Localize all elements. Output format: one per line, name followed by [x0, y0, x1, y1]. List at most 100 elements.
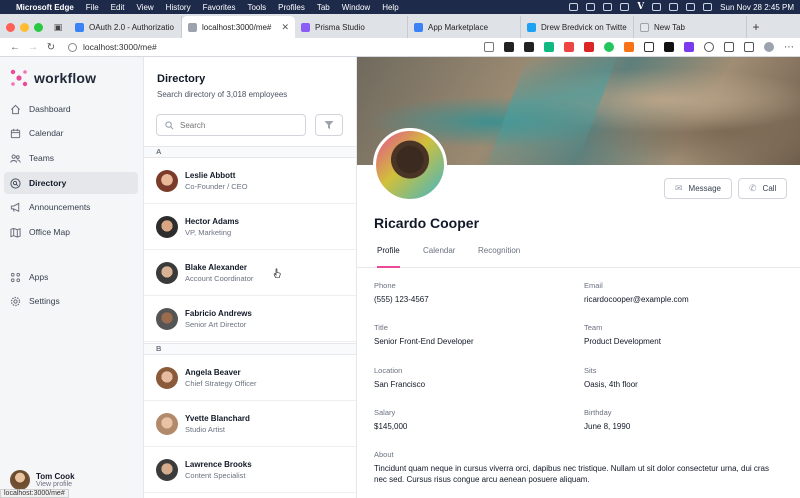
workflow-logo-icon	[10, 69, 28, 87]
zoom-window-button[interactable]	[34, 22, 43, 32]
close-window-button[interactable]	[6, 22, 15, 32]
extension-icon[interactable]	[664, 42, 674, 52]
extension-icon[interactable]	[564, 42, 574, 52]
menu-file[interactable]: File	[86, 3, 99, 12]
list-item[interactable]: Hector Adams VP, Marketing	[144, 205, 356, 250]
extension-icon[interactable]	[524, 42, 534, 52]
field-label: Sits	[584, 366, 597, 375]
avatar	[156, 308, 178, 330]
menu-tab[interactable]: Tab	[317, 3, 330, 12]
extension-icon[interactable]	[604, 42, 614, 52]
sidebar-item-directory[interactable]: Directory	[4, 172, 138, 194]
browser-tab[interactable]: OAuth 2.0 - Authorizatio	[69, 16, 182, 38]
menu-view[interactable]: View	[136, 3, 153, 12]
list-item[interactable]: Angela Beaver Chief Strategy Officer	[144, 356, 356, 401]
extension-icon[interactable]	[704, 42, 714, 52]
avatar	[156, 216, 178, 238]
list-item[interactable]: Lawrence Brooks Content Specialist	[144, 448, 356, 493]
control-center-icon[interactable]	[703, 3, 713, 11]
back-icon[interactable]: ←	[6, 42, 24, 53]
metamask-icon[interactable]	[624, 42, 634, 52]
person-role: Account Coordinator	[185, 274, 254, 283]
address-bar[interactable]: localhost:3000/me#	[68, 40, 378, 55]
field-birthday: Birthday June 8, 1990	[584, 408, 784, 432]
message-button[interactable]: ✉ Message	[664, 178, 733, 199]
sidebar-item-apps[interactable]: Apps	[4, 266, 138, 288]
extension-icon[interactable]	[504, 42, 514, 52]
person-name: Fabricio Andrews	[185, 309, 252, 318]
new-tab-button[interactable]: +	[747, 16, 765, 38]
sidebar-item-calendar[interactable]: Calendar	[4, 122, 138, 144]
field-label: Email	[584, 281, 603, 290]
menu-edit[interactable]: Edit	[111, 3, 125, 12]
sidebar-item-dashboard[interactable]: Dashboard	[4, 98, 138, 120]
favorites-icon[interactable]	[724, 42, 734, 52]
extension-icon[interactable]	[544, 42, 554, 52]
directory-section-letter: B	[144, 343, 356, 355]
filter-button[interactable]	[315, 114, 343, 136]
field-label: Location	[374, 366, 403, 375]
browser-tab[interactable]: New Tab	[634, 16, 747, 38]
extension-icon[interactable]	[584, 42, 594, 52]
browser-tab[interactable]: Drew Bredvick on Twitte	[521, 16, 634, 38]
tab-calendar[interactable]: Calendar	[423, 246, 455, 268]
battery-icon[interactable]	[669, 3, 679, 11]
person-role: Co-Founder / CEO	[185, 182, 248, 191]
menu-help[interactable]: Help	[382, 3, 398, 12]
search-box[interactable]	[156, 114, 306, 136]
tray-app-icon[interactable]	[652, 3, 662, 11]
site-info-icon[interactable]	[68, 42, 77, 52]
tray-app-icon[interactable]	[586, 3, 596, 11]
sidebar-item-label: Teams	[29, 153, 55, 163]
close-tab-icon[interactable]: ✕	[281, 22, 289, 33]
browser-tab[interactable]: App Marketplace	[408, 16, 521, 38]
app-logo[interactable]: workflow	[10, 69, 96, 87]
sidebar-item-teams[interactable]: Teams	[4, 147, 138, 169]
profile-avatar-icon[interactable]	[764, 42, 774, 52]
extension-icon[interactable]	[644, 42, 654, 52]
menu-favorites[interactable]: Favorites	[203, 3, 236, 12]
reload-icon[interactable]: ↻	[42, 42, 60, 53]
browser-tab-active[interactable]: localhost:3000/me# ✕	[182, 16, 295, 38]
tab-label: New Tab	[654, 22, 685, 32]
field-sits: Sits Oasis, 4th floor	[584, 366, 784, 390]
minimize-window-button[interactable]	[20, 22, 29, 32]
forward-icon[interactable]: →	[24, 42, 42, 53]
search-input[interactable]	[180, 120, 300, 130]
tray-app-icon[interactable]	[569, 3, 579, 11]
menu-app-name[interactable]: Microsoft Edge	[16, 3, 74, 12]
tab-recognition[interactable]: Recognition	[478, 246, 520, 268]
browser-tab[interactable]: Prisma Studio	[295, 16, 408, 38]
wifi-icon[interactable]	[686, 3, 696, 11]
list-item[interactable]: Yvette Blanchard Studio Artist	[144, 402, 356, 447]
more-menu-icon[interactable]: ⋯	[784, 42, 794, 53]
sidebar-item-announcements[interactable]: Announcements	[4, 196, 138, 218]
tab-profile[interactable]: Profile	[377, 246, 400, 268]
tab-label: App Marketplace	[428, 22, 489, 32]
menubar-clock[interactable]: Sun Nov 28 2:45 PM	[720, 3, 794, 12]
avatar	[156, 413, 178, 435]
directory-panel: Directory Search directory of 3,018 empl…	[144, 57, 357, 498]
tray-app-icon[interactable]	[603, 3, 613, 11]
gear-icon	[10, 296, 21, 307]
menu-history[interactable]: History	[166, 3, 191, 12]
tray-v-icon[interactable]: V	[637, 2, 644, 12]
view-profile-link[interactable]: View profile	[36, 481, 75, 488]
list-item[interactable]: Blake Alexander Account Coordinator	[144, 251, 356, 296]
call-button[interactable]: ✆ Call	[738, 178, 788, 199]
list-item[interactable]: Leslie Abbott Co-Founder / CEO	[144, 159, 356, 204]
list-item[interactable]: Fabricio Andrews Senior Art Director	[144, 297, 356, 342]
current-user[interactable]: Tom Cook View profile	[10, 470, 75, 490]
sidebar-item-settings[interactable]: Settings	[4, 290, 138, 312]
tab-actions-icon[interactable]: ▣	[51, 16, 65, 38]
avatar	[156, 367, 178, 389]
tray-app-icon[interactable]	[620, 3, 630, 11]
person-name: Lawrence Brooks	[185, 460, 252, 469]
menu-window[interactable]: Window	[342, 3, 370, 12]
menu-tools[interactable]: Tools	[247, 3, 266, 12]
menu-profiles[interactable]: Profiles	[278, 3, 305, 12]
read-aloud-icon[interactable]	[484, 42, 494, 52]
extension-icon[interactable]	[684, 42, 694, 52]
collections-icon[interactable]	[744, 42, 754, 52]
sidebar-item-office-map[interactable]: Office Map	[4, 221, 138, 243]
